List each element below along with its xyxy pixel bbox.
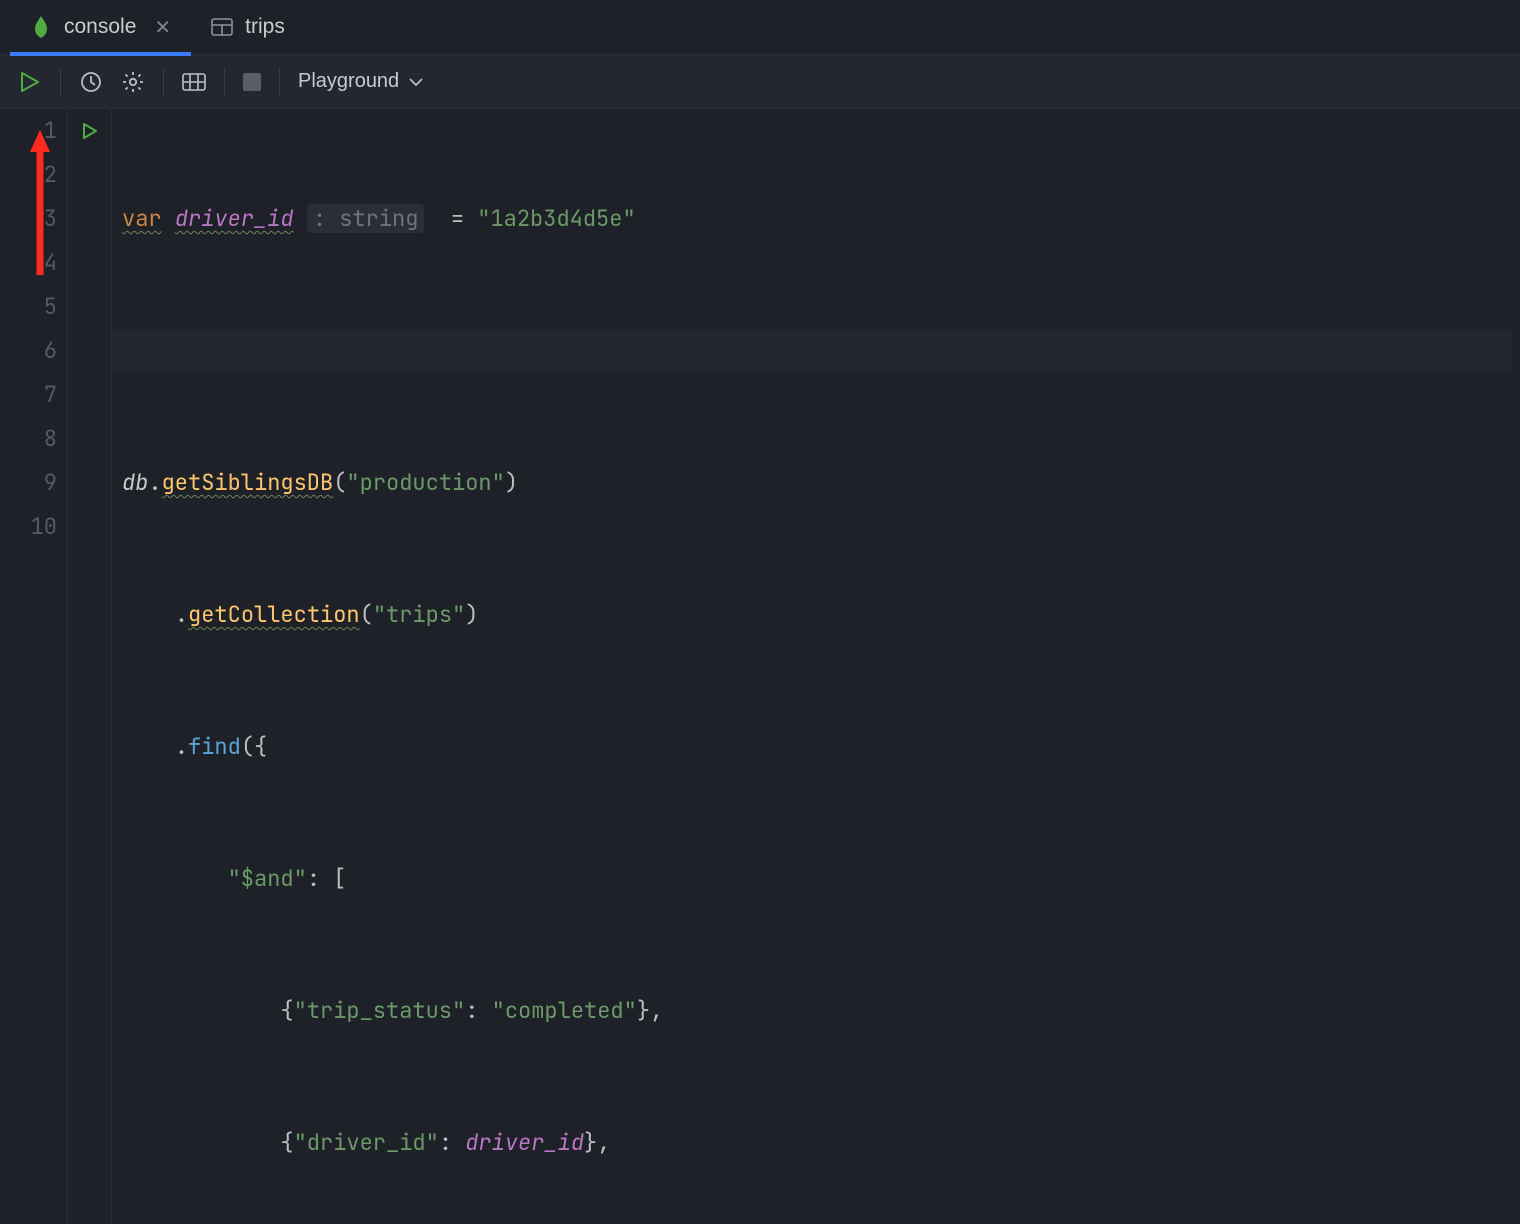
history-icon[interactable]: [79, 70, 103, 94]
dropdown-label: Playground: [298, 70, 399, 93]
line-number: 10: [0, 505, 57, 549]
line-number: 2: [0, 153, 57, 197]
line-number: 5: [0, 285, 57, 329]
tab-trips[interactable]: trips: [191, 0, 305, 55]
line-number: 6: [0, 329, 57, 373]
gear-icon[interactable]: [121, 70, 145, 94]
run-button[interactable]: [18, 70, 42, 94]
tab-console[interactable]: console ✕: [10, 0, 191, 55]
table-icon: [211, 16, 233, 38]
stop-button[interactable]: [243, 73, 261, 91]
code-line: .getCollection("trips"): [122, 593, 1512, 637]
separator: [163, 68, 164, 96]
line-number: 4: [0, 241, 57, 285]
mongodb-leaf-icon: [30, 16, 52, 38]
separator: [224, 68, 225, 96]
separator: [60, 68, 61, 96]
run-gutter: [68, 109, 112, 1224]
table-view-icon[interactable]: [182, 70, 206, 94]
tab-label: console: [64, 15, 136, 39]
chevron-down-icon: [409, 77, 423, 87]
code-line: db.getSiblingsDB("production"): [122, 461, 1512, 505]
code-line: {"trip_status": "completed"},: [122, 989, 1512, 1033]
line-number: 9: [0, 461, 57, 505]
tab-bar: console ✕ trips: [0, 0, 1520, 55]
line-number: 8: [0, 417, 57, 461]
playground-dropdown[interactable]: Playground: [298, 70, 423, 93]
line-number: 7: [0, 373, 57, 417]
line-gutter: 1 2 3 4 5 6 7 8 9 10: [0, 109, 68, 1224]
code-editor[interactable]: 1 2 3 4 5 6 7 8 9 10 var driver_id : str…: [0, 109, 1520, 1224]
code-content[interactable]: var driver_id : string = "1a2b3d4d5e" db…: [112, 109, 1512, 1224]
code-line: var driver_id : string = "1a2b3d4d5e": [122, 197, 1512, 241]
code-line: .find({: [122, 725, 1512, 769]
tab-label: trips: [245, 15, 285, 39]
code-line: "$and": [: [122, 857, 1512, 901]
line-number: 1: [0, 109, 57, 153]
code-line: [112, 329, 1512, 373]
toolbar: Playground: [0, 55, 1520, 109]
line-number: 3: [0, 197, 57, 241]
code-line: {"driver_id": driver_id},: [122, 1121, 1512, 1165]
separator: [279, 68, 280, 96]
close-icon[interactable]: ✕: [154, 15, 171, 40]
run-line-icon[interactable]: [68, 109, 111, 153]
